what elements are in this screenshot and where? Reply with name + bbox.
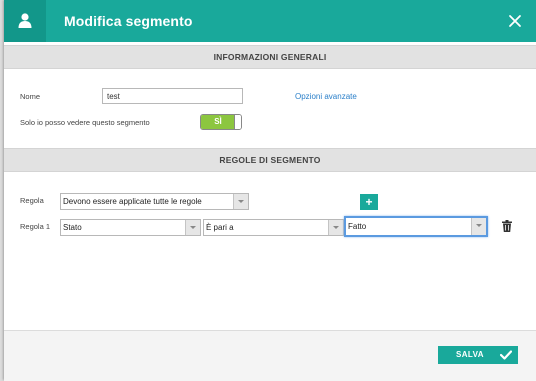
user-icon — [18, 13, 32, 28]
close-icon[interactable] — [508, 14, 522, 28]
plus-icon: + — [365, 195, 373, 209]
segment-dialog: Modifica segmento INFORMAZIONI GENERALI … — [4, 0, 536, 381]
rule1-field-select[interactable]: Stato — [60, 219, 201, 236]
name-label: Nome — [20, 92, 41, 101]
dialog-title: Modifica segmento — [64, 13, 193, 29]
rules-section-header: REGOLE DI SEGMENTO — [4, 148, 536, 172]
name-field[interactable] — [102, 88, 243, 104]
dialog-header: Modifica segmento — [4, 0, 536, 42]
chevron-down-icon — [328, 220, 343, 235]
rule-label: Regola — [20, 196, 44, 205]
rule-match-select[interactable]: Devono essere applicate tutte le regole — [60, 193, 249, 210]
advanced-options-link[interactable]: Opzioni avanzate — [295, 92, 357, 101]
chevron-down-icon — [233, 194, 248, 209]
rule-match-value: Devono essere applicate tutte le regole — [63, 197, 202, 206]
rule1-value: Fatto — [348, 222, 367, 231]
toggle-on-label: SÌ — [201, 115, 235, 129]
trash-icon[interactable] — [502, 220, 512, 234]
header-icon-box — [4, 0, 46, 42]
private-segment-toggle[interactable]: SÌ — [200, 114, 242, 130]
rule1-operator-value: È pari a — [206, 223, 234, 232]
rule1-operator-select[interactable]: È pari a — [203, 219, 344, 236]
toggle-knob — [234, 115, 241, 129]
rule1-field-value: Stato — [63, 223, 82, 232]
check-icon — [500, 350, 512, 360]
rule1-value-select[interactable]: Fatto — [344, 216, 488, 237]
save-button[interactable]: SALVA — [438, 346, 518, 364]
chevron-down-icon — [471, 218, 486, 235]
dialog-footer: SALVA — [4, 330, 536, 381]
rule1-label: Regola 1 — [20, 222, 51, 231]
save-label: SALVA — [456, 350, 484, 359]
private-segment-label: Solo io posso vedere questo segmento — [20, 118, 150, 127]
chevron-down-icon — [185, 220, 200, 235]
general-section-header: INFORMAZIONI GENERALI — [4, 45, 536, 69]
add-rule-button[interactable]: + — [360, 194, 378, 210]
